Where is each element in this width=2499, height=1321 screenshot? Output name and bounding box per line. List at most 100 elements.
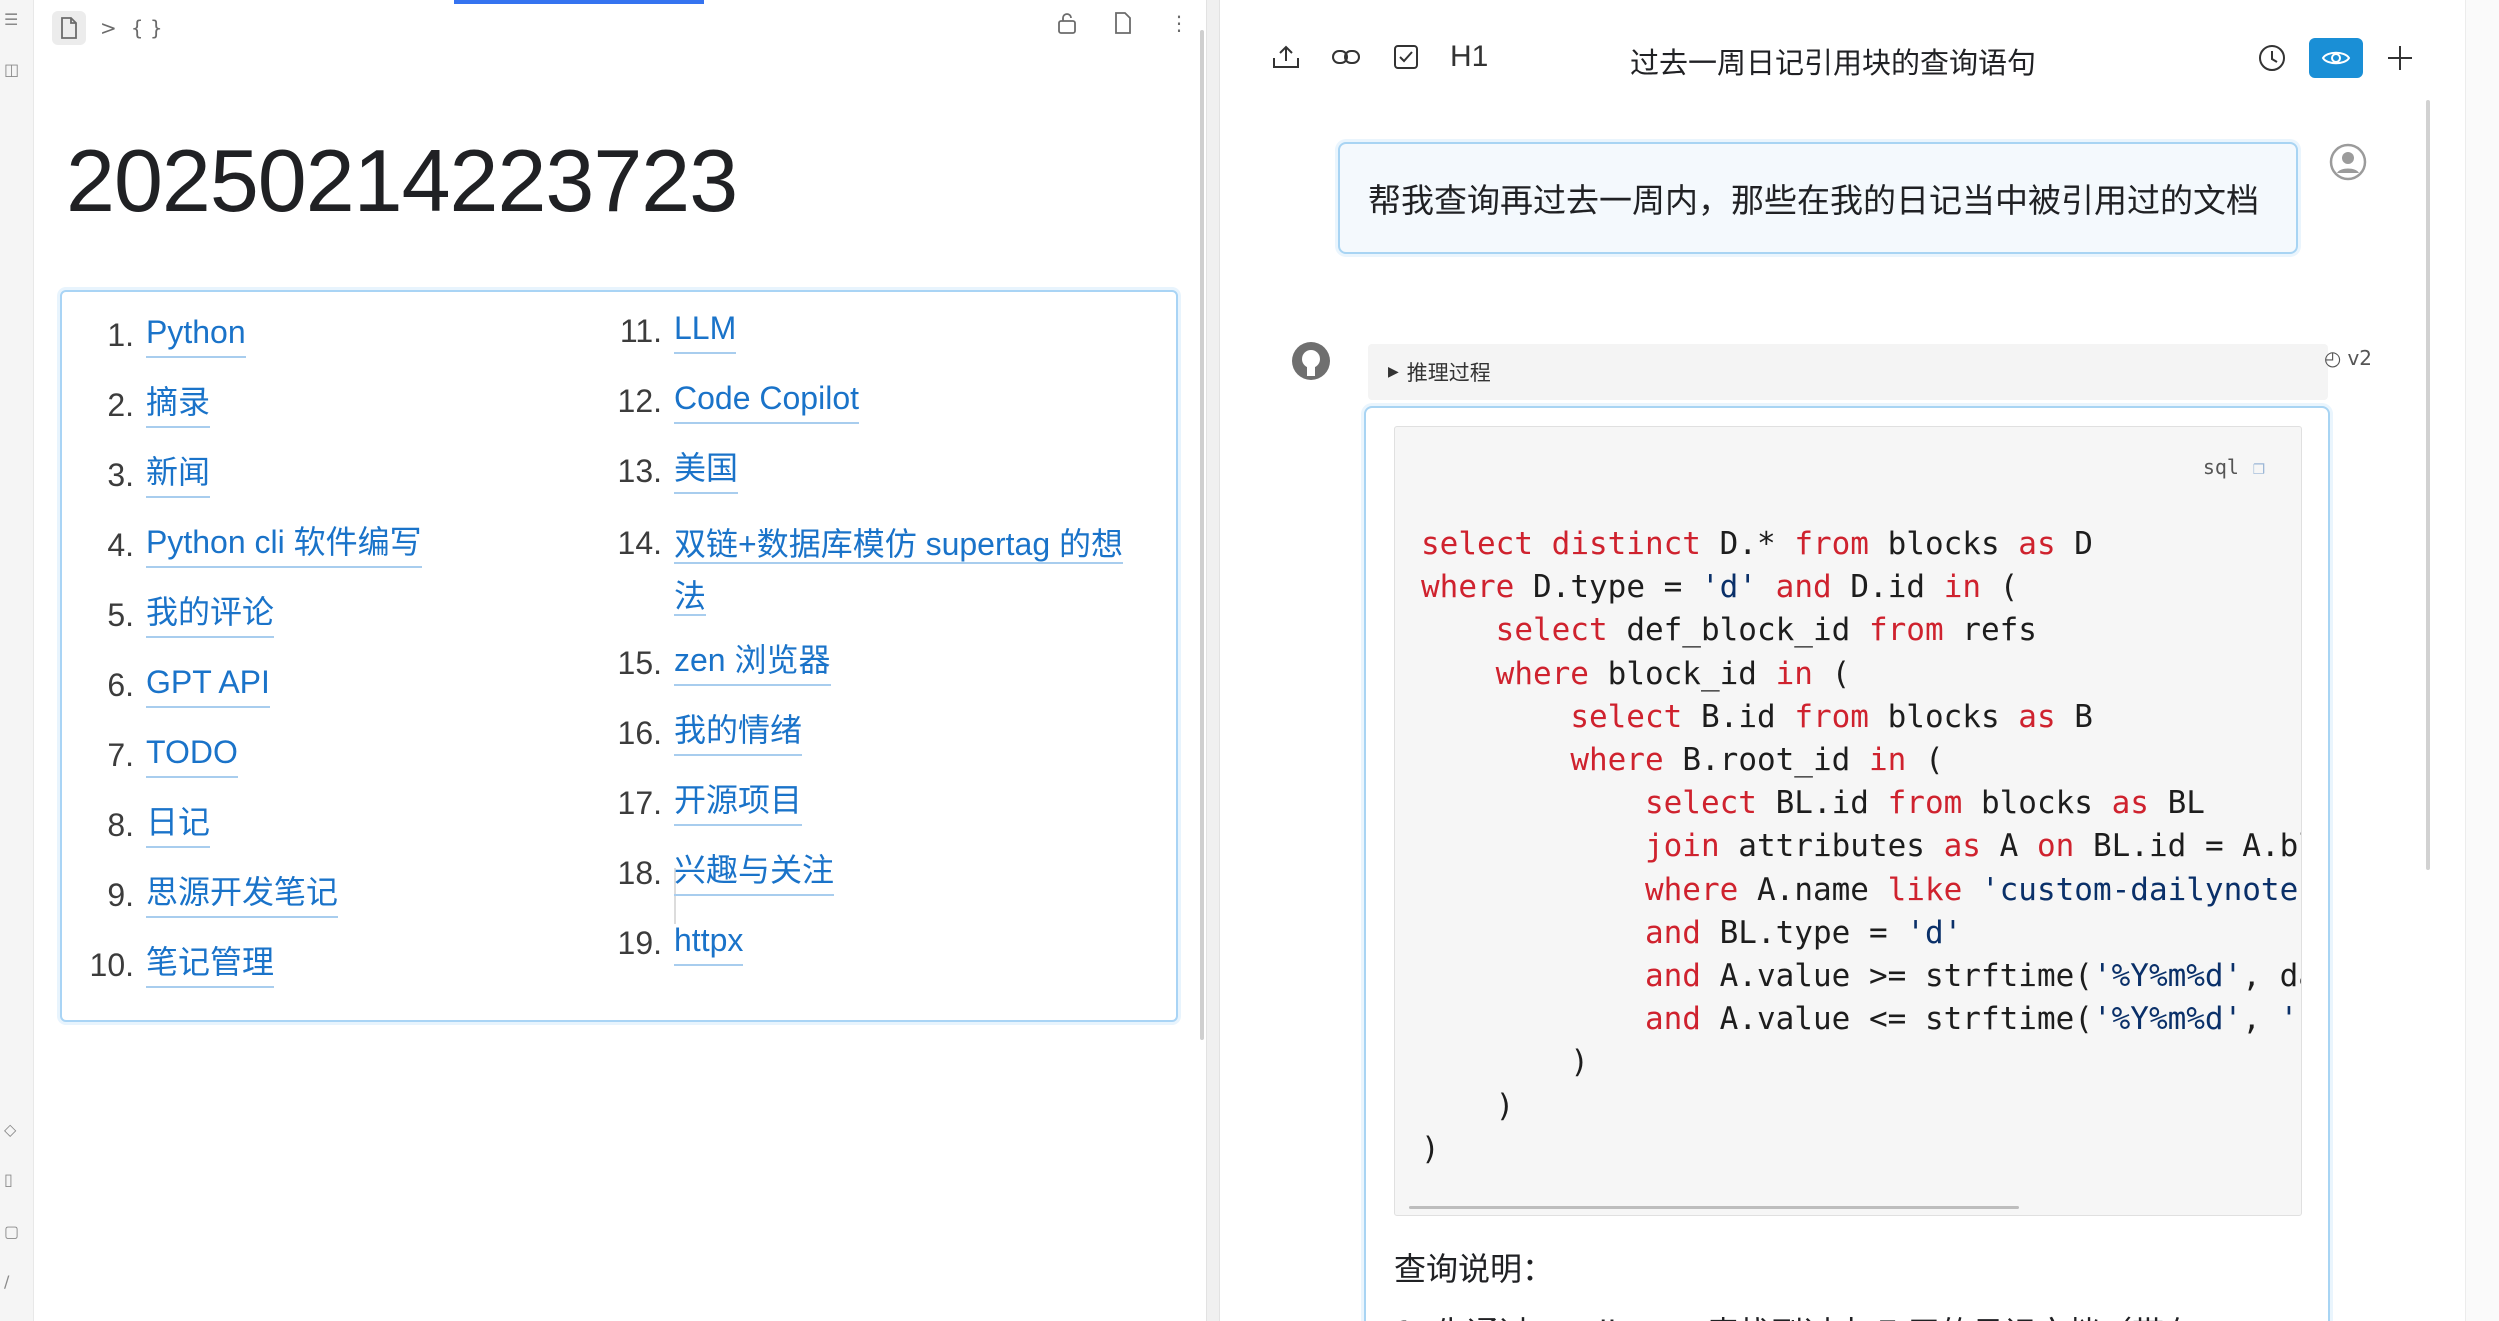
- doc-ref-link[interactable]: 思源开发笔记: [146, 870, 339, 918]
- list-item: 2. 摘录: [62, 380, 211, 430]
- chat-scrollbar[interactable]: [2426, 100, 2430, 870]
- code-line: ): [1421, 1087, 1515, 1124]
- doc-ref-link[interactable]: 我的情绪: [674, 708, 803, 756]
- list-number: 15.: [617, 645, 662, 681]
- doc-ref-link[interactable]: 日记: [146, 800, 211, 848]
- heading-h1-button[interactable]: H1: [1450, 40, 1488, 74]
- doc-ref-link[interactable]: 我的评论: [146, 590, 275, 638]
- user-message-text: 帮我查询再过去一周内，那些在我的日记当中被引用过的文档: [1368, 181, 2259, 220]
- list-number: 3.: [107, 457, 134, 493]
- doc-ref-link[interactable]: 摘录: [146, 380, 211, 428]
- reasoning-label: 推理过程: [1406, 361, 1491, 385]
- list-item: 16. 我的情绪: [610, 708, 803, 758]
- page-title[interactable]: 20250214223723: [66, 130, 738, 232]
- pane-divider[interactable]: [1206, 0, 1220, 1321]
- tag-icon[interactable]: ◇: [4, 1120, 26, 1142]
- checkbox-icon[interactable]: [1390, 41, 1422, 73]
- list-item: 9. 思源开发笔记: [62, 870, 339, 920]
- code-header: sql ❐: [2203, 455, 2265, 479]
- triangle-right-icon: ▶: [1388, 364, 1399, 380]
- list-number: 11.: [619, 313, 662, 349]
- list-item: 13. 美国: [610, 446, 739, 496]
- doc-ref-link[interactable]: httpx: [674, 918, 744, 966]
- list-item: 6. GPT API: [62, 660, 270, 710]
- list-number: 13.: [617, 453, 662, 489]
- version-badge[interactable]: ◴ v2: [2324, 346, 2372, 370]
- list-number: 18.: [617, 855, 662, 891]
- list-number: 19.: [617, 925, 662, 961]
- doc-ref-link[interactable]: LLM: [674, 306, 737, 354]
- code-line: where block_id in (: [1495, 655, 1851, 692]
- reasoning-toggle[interactable]: ▶ 推理过程: [1368, 344, 2328, 400]
- copy-icon[interactable]: ❐: [2253, 455, 2265, 479]
- version-history-icon: ◴: [2324, 346, 2342, 370]
- explain-item: 1. 先通过 attributes 表找到过去 7 天的日记文档（带有: [1394, 1308, 2196, 1321]
- add-icon[interactable]: [2381, 39, 2419, 77]
- eye-icon[interactable]: [2309, 38, 2363, 78]
- sql-code[interactable]: select distinct D.* from blocks as D wher…: [1421, 523, 2302, 1171]
- list-number: 9.: [107, 877, 134, 913]
- doc-ref-link-text[interactable]: 双链+数据库模仿 supertag 的想法: [674, 526, 1124, 616]
- version-label: v2: [2347, 346, 2373, 370]
- code-line: select distinct D.* from blocks as D: [1421, 526, 2093, 562]
- doc-ref-link[interactable]: GPT API: [146, 660, 270, 708]
- list-number: 16.: [617, 715, 662, 751]
- document-icon[interactable]: [52, 11, 86, 45]
- chat-title[interactable]: 过去一周日记引用块的查询语句: [1630, 40, 2036, 82]
- link-icon[interactable]: [1330, 41, 1362, 73]
- breadcrumb-block[interactable]: { }: [131, 16, 163, 40]
- pen-icon[interactable]: /: [4, 1272, 26, 1294]
- doc-ref-link[interactable]: 美国: [674, 446, 739, 494]
- github-icon: [1290, 340, 1332, 382]
- list-item: 14. 双链+数据库模仿 supertag 的想法: [610, 518, 1124, 622]
- list-number: 4.: [107, 527, 134, 563]
- doc-ref-link[interactable]: Python: [146, 310, 246, 358]
- outline-icon[interactable]: ☰: [4, 10, 26, 32]
- doc-ref-link[interactable]: TODO: [146, 730, 238, 778]
- graph-icon[interactable]: ◫: [4, 60, 26, 82]
- doc-ref-link[interactable]: zen 浏览器: [674, 638, 831, 686]
- more-icon[interactable]: ⋮: [1166, 10, 1192, 36]
- doc-info-icon[interactable]: [1110, 10, 1136, 36]
- assistant-message[interactable]: sql ❐ select distinct D.* from blocks as…: [1364, 406, 2330, 1321]
- list-item: 10. 笔记管理: [62, 940, 275, 990]
- list-number: 8.: [107, 807, 134, 843]
- doc-ref-link[interactable]: 兴趣与关注: [674, 848, 835, 896]
- chat-toolbar: H1: [1270, 40, 1488, 74]
- left-dock: ☰ ◫ ◇ ▯ ▢ /: [0, 0, 34, 1321]
- doc-ref-link[interactable]: 双链+数据库模仿 supertag 的想法: [674, 518, 1124, 622]
- upload-icon[interactable]: [1270, 41, 1302, 73]
- doc-ref-link[interactable]: Code Copilot: [674, 376, 859, 424]
- editor-scrollbar[interactable]: [1200, 30, 1204, 1040]
- breadcrumb: > { }: [52, 11, 163, 45]
- history-icon[interactable]: [2253, 39, 2291, 77]
- breadcrumb-separator: >: [100, 16, 117, 40]
- list-number: 17.: [617, 785, 662, 821]
- backlink-icon[interactable]: ▢: [4, 1222, 26, 1244]
- list-item: 12. Code Copilot: [610, 376, 859, 426]
- code-line: select BL.id from blocks as BL: [1644, 785, 2205, 822]
- list-item: 19. httpx: [610, 918, 744, 968]
- ordered-list-block[interactable]: 1. Python 2. 摘录 3. 新闻 4. Python cli 软件编写 5. 我…: [60, 290, 1178, 1022]
- doc-ref-link[interactable]: 新闻: [146, 450, 211, 498]
- code-line: join attributes as A on BL.id = A.bl: [1644, 828, 2301, 865]
- user-message[interactable]: 帮我查询再过去一周内，那些在我的日记当中被引用过的文档: [1338, 142, 2298, 254]
- code-line: where A.name like 'custom-dailynote-%: [1644, 871, 2302, 908]
- list-number: 2.: [107, 387, 134, 423]
- active-tab-indicator: [454, 0, 704, 4]
- unlock-icon[interactable]: [1054, 10, 1080, 36]
- code-line: select B.id from blocks as B: [1570, 698, 2093, 735]
- list-number: 5.: [107, 597, 134, 633]
- list-number: 1.: [107, 317, 134, 353]
- bookmark-icon[interactable]: ▯: [4, 1170, 26, 1192]
- code-block[interactable]: sql ❐ select distinct D.* from blocks as…: [1394, 426, 2302, 1216]
- code-line: ): [1421, 1044, 1589, 1081]
- code-horizontal-scrollbar[interactable]: [1409, 1206, 2019, 1209]
- doc-ref-link[interactable]: Python cli 软件编写: [146, 520, 422, 568]
- list-item: 5. 我的评论: [62, 590, 275, 640]
- chat-actions: [2253, 38, 2419, 78]
- explain-title: 查询说明：: [1394, 1250, 1555, 1288]
- code-line: and BL.type = 'd': [1644, 914, 1963, 951]
- doc-ref-link[interactable]: 开源项目: [674, 778, 803, 826]
- doc-ref-link[interactable]: 笔记管理: [146, 940, 275, 988]
